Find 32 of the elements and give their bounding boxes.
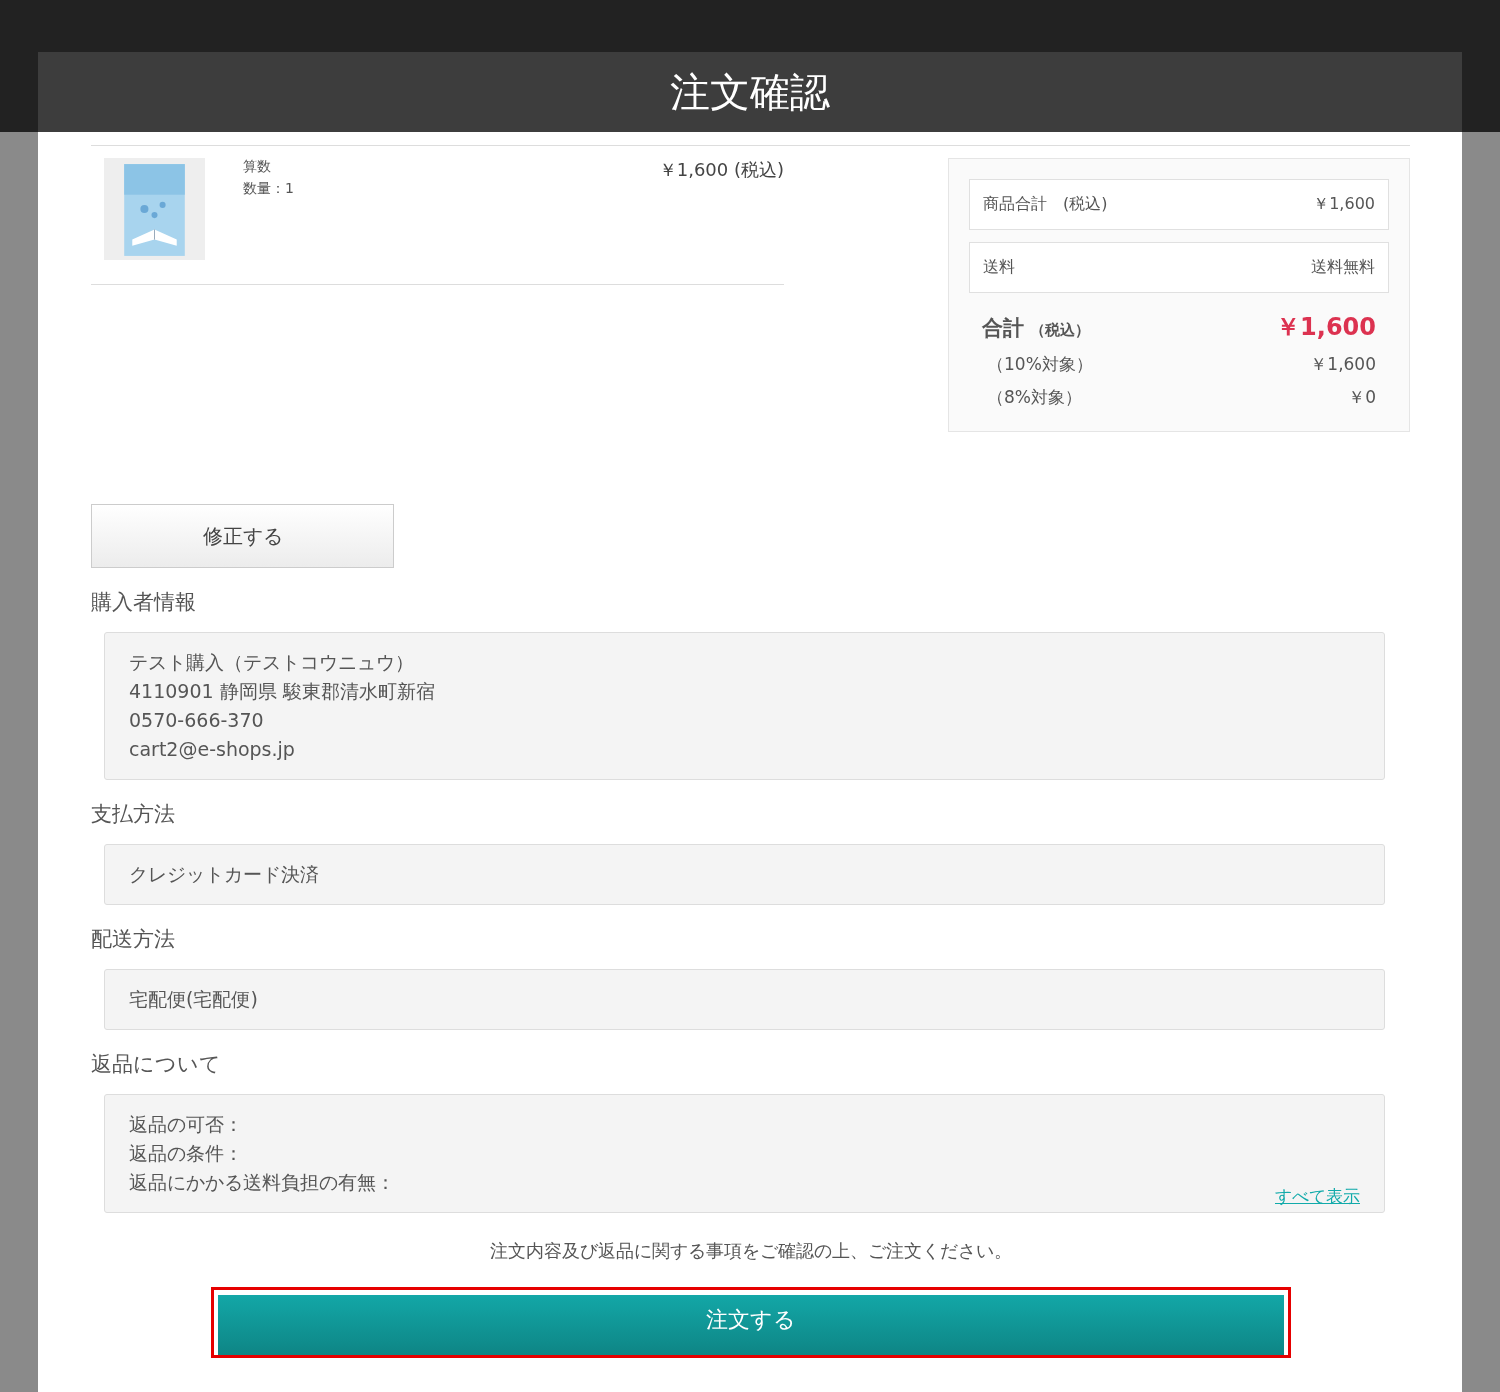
total-note: （税込） [1030,321,1090,339]
notice-text: 注文内容及び返品に関する事項をご確認の上、ご注文ください。 [488,1239,1013,1263]
info-text: 返品の可否： [129,1112,243,1137]
total-value: ￥1,600 [1276,312,1376,343]
tax-label: （8%対象） [987,386,1082,409]
edit-button[interactable]: 修正する [91,504,394,568]
modal-title: 注文確認 [670,67,830,117]
product-name: 算数 [243,158,272,176]
info-text: 4110901 静岡県 駿東郡清水町新宿 [129,679,435,704]
order-button[interactable]: 注文する [217,1295,1284,1355]
tax-value: ￥1,600 [1310,353,1376,376]
info-text: クレジットカード決済 [129,862,319,887]
summary-value: 送料無料 [1311,257,1375,278]
tax-value: ￥0 [1348,386,1376,409]
section-title: 支払方法 [91,801,176,828]
summary-label: 送料 [983,257,1015,278]
product-price: ￥1,600 (税込) [658,158,784,182]
info-text: 宅配便(宅配便) [129,987,258,1012]
summary-label: 商品合計 (税込) [983,194,1108,215]
info-text: テスト購入（テストコウニュウ） [129,650,414,675]
total-label: 合計 [982,316,1024,340]
info-text: 0570-666-370 [129,708,264,733]
show-all-link[interactable]: すべて表示 [1275,1185,1360,1208]
tax-label: （10%対象） [987,353,1093,376]
section-title: 返品について [91,1051,222,1078]
info-text: cart2@e-shops.jp [129,737,295,762]
info-text: 返品の条件： [129,1141,243,1166]
quantity-text: 数量：1 [243,180,294,198]
summary-value: ￥1,600 [1313,194,1375,215]
section-title: 配送方法 [91,926,176,953]
info-text: 返品にかかる送料負担の有無： [129,1170,395,1195]
section-title: 購入者情報 [91,589,197,616]
